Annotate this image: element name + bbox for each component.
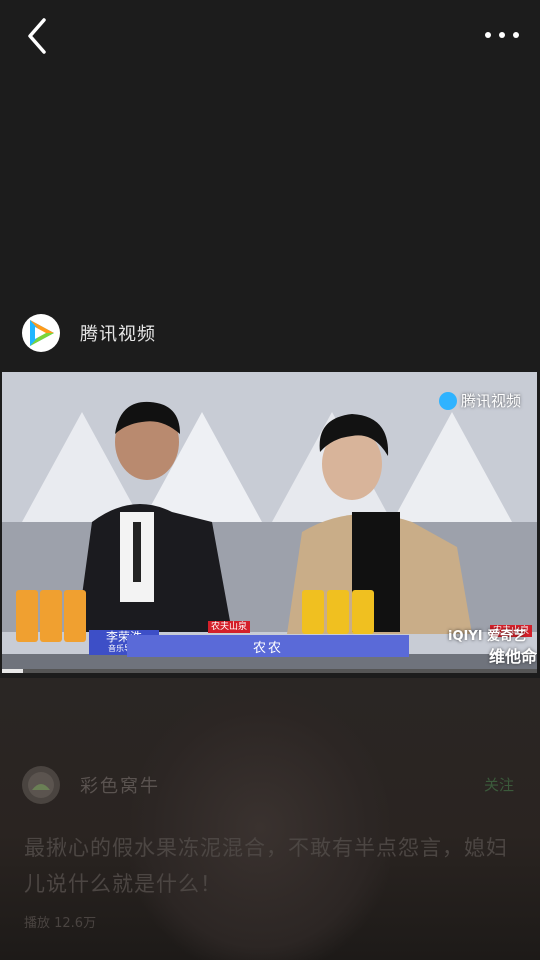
next-post-card[interactable]: 彩色窝牛 关注 最揪心的假水果冻泥混合，不敢有半点怨言，媳妇儿说什么就是什么！ … xyxy=(0,678,540,960)
author-row: 彩色窝牛 xyxy=(22,766,160,804)
follow-button[interactable]: 关注 xyxy=(484,774,514,795)
video-progress-fill xyxy=(2,669,24,673)
video-progress-bar[interactable] xyxy=(2,669,537,673)
next-post-thumbnail xyxy=(130,688,390,960)
watermark-text: 腾讯视频 xyxy=(460,392,521,410)
tencent-video-logo-icon[interactable] xyxy=(22,314,60,352)
corner-text: 维他命 xyxy=(488,647,537,666)
author-avatar[interactable] xyxy=(22,766,60,804)
tencent-watermark-icon xyxy=(438,391,457,410)
more-horizontal-icon xyxy=(485,32,519,38)
source-name[interactable]: 腾讯视频 xyxy=(80,320,156,346)
video-watermark: 腾讯视频 xyxy=(438,390,521,411)
video-caption: 农农 xyxy=(127,635,409,657)
avatar-icon xyxy=(28,772,54,798)
next-post-meta: 播放 12.6万 xyxy=(24,916,97,931)
more-button[interactable] xyxy=(482,22,522,48)
play-logo-icon xyxy=(30,320,54,346)
top-bar xyxy=(0,0,540,70)
source-row: 腾讯视频 xyxy=(22,313,156,353)
author-name[interactable]: 彩色窝牛 xyxy=(80,772,160,798)
back-button[interactable] xyxy=(20,16,56,56)
video-player[interactable]: 腾讯视频 农夫山泉 农夫山泉 李荣浩 音乐导师 农农 iQIYI 爱奇艺 维他命 xyxy=(2,372,537,673)
chevron-left-icon xyxy=(28,18,46,54)
partner-logo: iQIYI 爱奇艺 xyxy=(448,629,527,644)
next-post-title[interactable]: 最揪心的假水果冻泥混合，不敢有半点怨言，媳妇儿说什么就是什么！ xyxy=(24,830,514,902)
brand-tag: 农夫山泉 xyxy=(208,621,251,633)
